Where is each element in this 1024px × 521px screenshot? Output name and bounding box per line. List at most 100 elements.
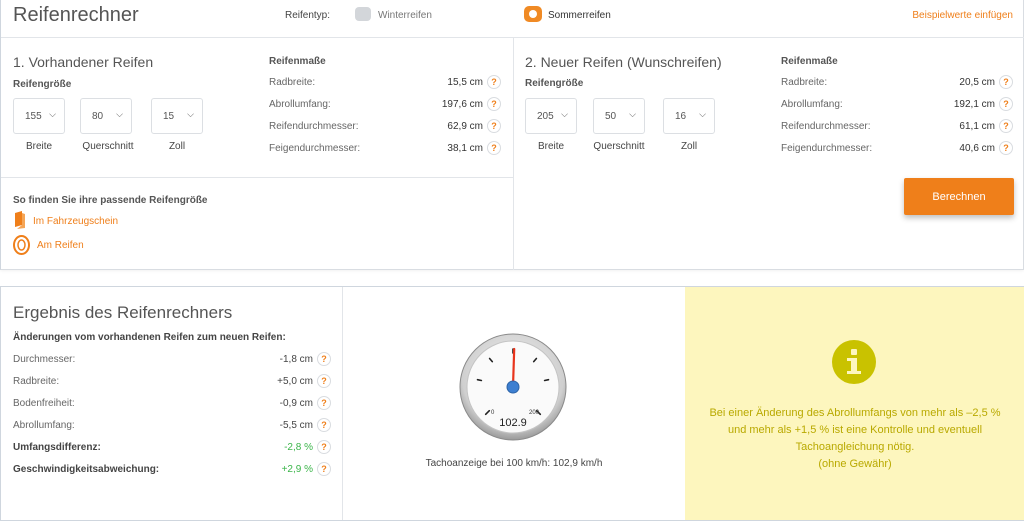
size-finder-title: So finden Sie ihre passende Reifengröße — [13, 195, 208, 206]
winter-tire-option[interactable]: Winterreifen — [378, 10, 432, 21]
select-value: 155 — [25, 111, 42, 122]
summer-tire-toggle[interactable] — [524, 6, 542, 22]
dim-label: Abrollumfang: — [269, 99, 331, 110]
new-tire-title: 2. Neuer Reifen (Wunschreifen) — [525, 54, 722, 70]
help-icon[interactable]: ? — [317, 396, 331, 410]
speedometer-caption: Tachoanzeige bei 100 km/h: 102,9 km/h — [425, 458, 603, 469]
dim-label: Reifendurchmesser: — [269, 121, 359, 132]
needle-hub — [506, 380, 520, 394]
chevron-down-icon: ⌵ — [561, 109, 568, 119]
help-icon[interactable]: ? — [487, 141, 501, 155]
help-icon[interactable]: ? — [487, 97, 501, 111]
tire-type-label: Reifentyp: — [285, 10, 331, 21]
divider — [342, 287, 343, 520]
result-card: Ergebnis des Reifenrechners Änderungen v… — [0, 286, 1024, 521]
tire-sidewall-link[interactable]: Am Reifen — [37, 240, 84, 251]
info-text: Bei einer Änderung des Abrollumfangs von… — [699, 405, 1011, 473]
info-message: Bei einer Änderung des Abrollumfangs von… — [709, 407, 1001, 453]
dim-label: Abrollumfang: — [781, 99, 843, 110]
new-size-label: Reifengröße — [525, 78, 584, 89]
new-dims-title: Reifenmaße — [781, 56, 838, 67]
rim-caption: Zoll — [168, 141, 186, 152]
dim-label: Radbreite: — [781, 77, 828, 88]
dim-label: Radbreite: — [269, 77, 316, 88]
result-title: Ergebnis des Reifenrechners — [13, 303, 233, 322]
chevron-down-icon: ⌵ — [699, 109, 706, 119]
result-value: +5,0 cm — [277, 376, 313, 387]
insert-example-values-link[interactable]: Beispielwerte einfügen — [912, 10, 1013, 21]
result-value: -5,5 cm — [279, 420, 313, 431]
info-panel: Bei einer Änderung des Abrollumfangs von… — [685, 287, 1024, 520]
help-icon[interactable]: ? — [487, 119, 501, 133]
help-icon[interactable]: ? — [317, 374, 331, 388]
select-value: 16 — [675, 111, 687, 122]
select-value: 205 — [537, 111, 554, 122]
summer-tire-option[interactable]: Sommerreifen — [548, 10, 611, 21]
dim-label: Reifendurchmesser: — [781, 121, 871, 132]
dim-value: 20,5 cm — [959, 77, 995, 88]
result-label: Geschwindigkeitsabweichung: — [13, 464, 160, 475]
help-icon[interactable]: ? — [999, 75, 1013, 89]
result-label: Durchmesser: — [13, 354, 76, 365]
divider — [513, 38, 514, 270]
rim-caption: Zoll — [680, 141, 698, 152]
select-value: 80 — [92, 111, 104, 122]
scale-max-label: 200 — [529, 410, 540, 416]
result-label: Radbreite: — [13, 376, 60, 387]
select-value: 50 — [605, 111, 617, 122]
existing-size-label: Reifengröße — [13, 79, 72, 90]
select-value: 15 — [163, 111, 175, 122]
dim-value: 61,1 cm — [959, 121, 995, 132]
help-icon[interactable]: ? — [317, 352, 331, 366]
profile-caption: Querschnitt — [82, 141, 134, 152]
chevron-down-icon: ⌵ — [187, 109, 194, 119]
registration-document-icon — [15, 211, 25, 229]
result-label: Umfangsdifferenz: — [13, 442, 101, 453]
result-value: -0,9 cm — [279, 398, 313, 409]
result-value: -1,8 cm — [279, 354, 313, 365]
speedometer-gauge: 0 200 102.9 — [459, 333, 567, 441]
dim-value: 38,1 cm — [447, 143, 483, 154]
dim-value: 40,6 cm — [959, 143, 995, 154]
dim-value: 192,1 cm — [953, 99, 995, 110]
help-icon[interactable]: ? — [999, 141, 1013, 155]
help-icon[interactable]: ? — [999, 119, 1013, 133]
existing-dims-title: Reifenmaße — [269, 56, 326, 67]
chevron-down-icon: ⌵ — [116, 109, 123, 119]
chevron-down-icon: ⌵ — [629, 109, 636, 119]
result-subtitle: Änderungen vom vorhandenen Reifen zum ne… — [13, 332, 286, 343]
existing-tire-title: 1. Vorhandener Reifen — [13, 54, 154, 70]
help-icon[interactable]: ? — [317, 462, 331, 476]
dim-value: 62,9 cm — [447, 121, 483, 132]
new-profile-select[interactable]: 50 ⌵ — [593, 98, 645, 134]
chevron-down-icon: ⌵ — [49, 109, 56, 119]
result-value: +2,9 % — [281, 464, 313, 475]
help-icon[interactable]: ? — [999, 97, 1013, 111]
tire-icon — [13, 235, 30, 255]
dim-value: 15,5 cm — [447, 77, 483, 88]
info-disclaimer: (ohne Gewähr) — [818, 458, 892, 470]
existing-rim-select[interactable]: 15 ⌵ — [151, 98, 203, 134]
existing-width-select[interactable]: 155 ⌵ — [13, 98, 65, 134]
calculate-button[interactable]: Berechnen — [904, 178, 1014, 215]
new-rim-select[interactable]: 16 ⌵ — [663, 98, 715, 134]
dim-label: Feigendurchmesser: — [269, 143, 361, 154]
divider — [1, 177, 513, 178]
calculator-card: Reifenrechner Reifentyp: Winterreifen So… — [0, 0, 1024, 270]
winter-tire-toggle[interactable] — [355, 7, 371, 21]
speed-reading: 102.9 — [499, 417, 527, 429]
page-title: Reifenrechner — [13, 4, 139, 26]
help-icon[interactable]: ? — [317, 418, 331, 432]
help-icon[interactable]: ? — [487, 75, 501, 89]
profile-caption: Querschnitt — [593, 141, 645, 152]
new-width-select[interactable]: 205 ⌵ — [525, 98, 577, 134]
result-value: -2,8 % — [284, 442, 313, 453]
registration-link[interactable]: Im Fahrzeugschein — [33, 216, 118, 227]
existing-profile-select[interactable]: 80 ⌵ — [80, 98, 132, 134]
dim-label: Feigendurchmesser: — [781, 143, 873, 154]
info-icon — [832, 340, 876, 384]
result-label: Abrollumfang: — [13, 420, 75, 431]
dim-value: 197,6 cm — [441, 99, 483, 110]
result-label: Bodenfreiheit: — [13, 398, 75, 409]
help-icon[interactable]: ? — [317, 440, 331, 454]
